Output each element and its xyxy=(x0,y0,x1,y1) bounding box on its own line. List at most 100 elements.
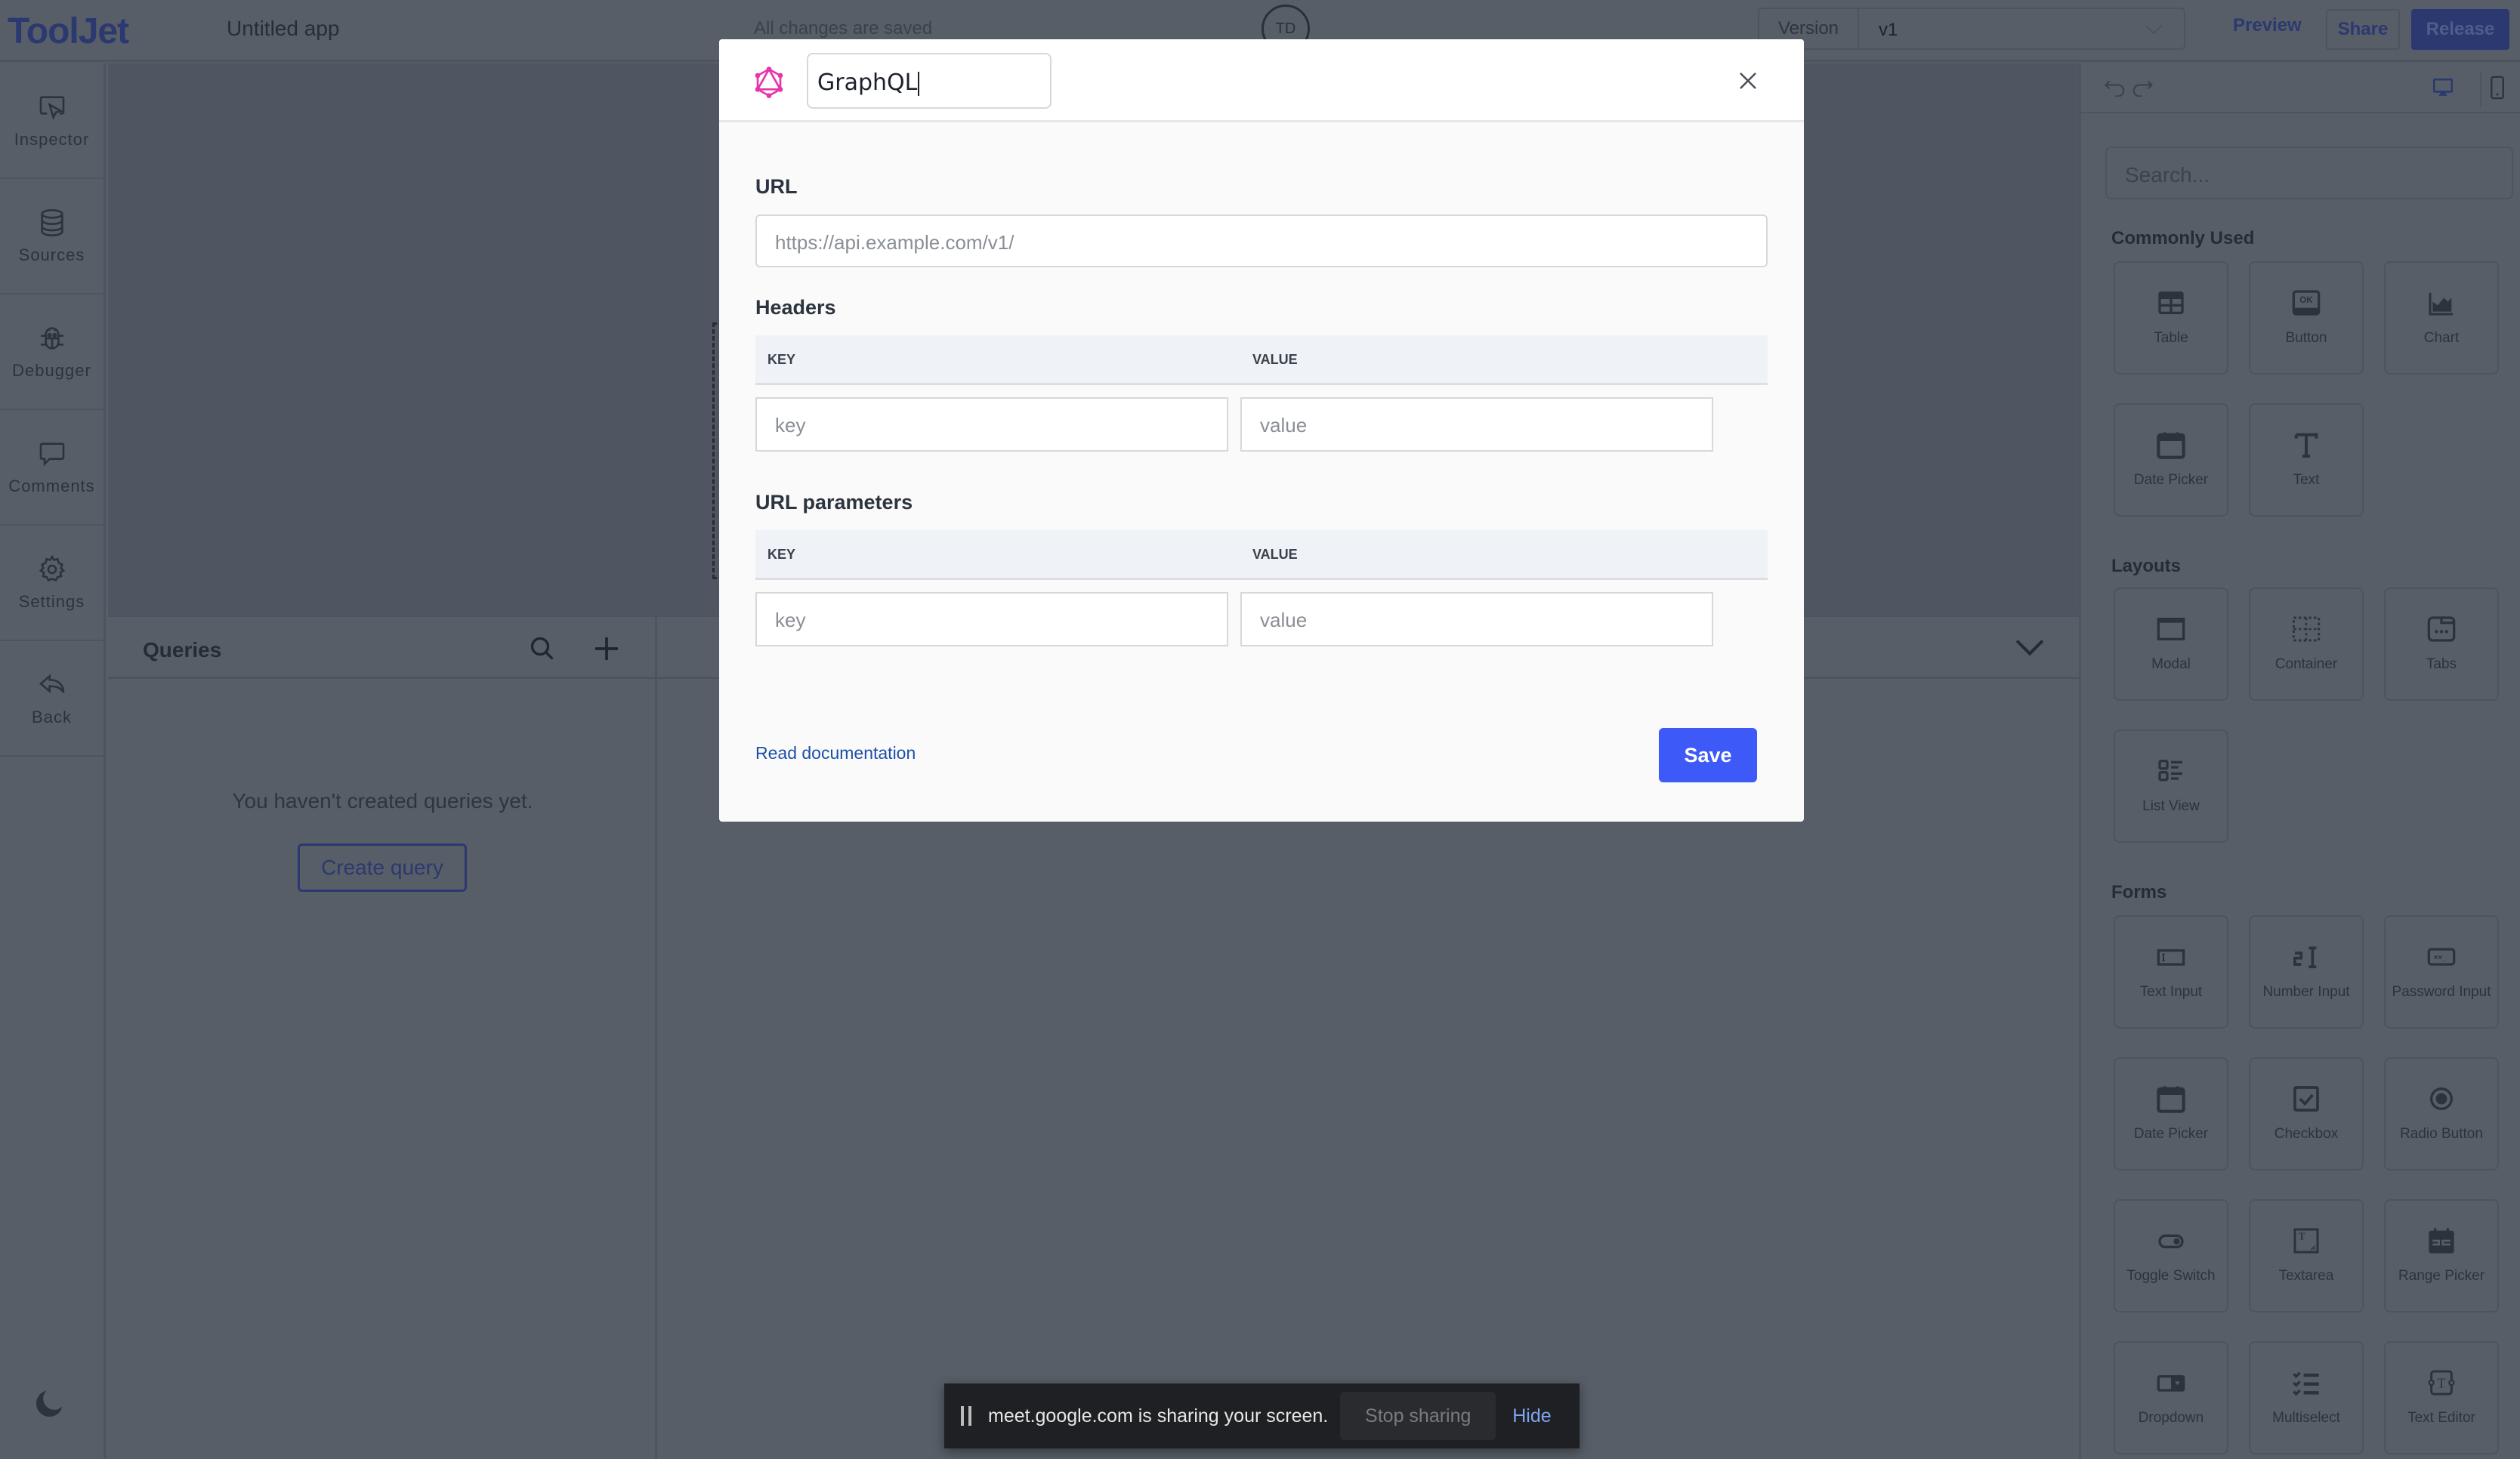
list-view-icon xyxy=(2158,759,2182,782)
section-title-layouts: Layouts xyxy=(2111,556,2182,576)
widget-date-picker-form[interactable]: Date Picker xyxy=(2114,1057,2228,1171)
widget-text[interactable]: Text xyxy=(2249,403,2364,517)
widget-label: Date Picker xyxy=(2133,1125,2209,1142)
section-title-forms: Forms xyxy=(2111,882,2167,902)
value-column-header: VALUE xyxy=(1252,547,1298,562)
screen-share-bar: meet.google.com is sharing your screen. … xyxy=(944,1383,1580,1448)
sidebar-item-comments[interactable]: Comments xyxy=(0,410,103,526)
dropdown-icon xyxy=(2157,1374,2185,1392)
read-documentation-link[interactable]: Read documentation xyxy=(755,743,916,763)
widget-label: Dropdown xyxy=(2138,1409,2204,1426)
version-select[interactable]: Version v1 xyxy=(1758,8,2185,50)
url-input[interactable]: https://api.example.com/v1/ xyxy=(755,214,1768,267)
pause-icon xyxy=(961,1406,971,1426)
calendar-icon xyxy=(2157,432,2185,459)
sidebar-item-sources[interactable]: Sources xyxy=(0,179,103,295)
widget-radio-button[interactable]: Radio Button xyxy=(2384,1057,2499,1171)
redo-icon[interactable] xyxy=(2131,77,2154,97)
sidebar-item-back[interactable]: Back xyxy=(0,641,103,757)
number-input-icon xyxy=(2293,946,2317,968)
widget-toggle-switch[interactable]: Toggle Switch xyxy=(2114,1199,2228,1312)
widget-container[interactable]: Container xyxy=(2249,588,2364,701)
widget-number-input[interactable]: Number Input xyxy=(2249,915,2364,1029)
header-key-input[interactable]: key xyxy=(755,397,1228,452)
chevron-down-icon xyxy=(2145,17,2163,35)
widget-textarea[interactable]: T Textarea xyxy=(2249,1199,2364,1312)
widget-modal[interactable]: Modal xyxy=(2114,588,2228,701)
password-input-icon: ××_ xyxy=(2427,948,2456,966)
svg-text:××_: ××_ xyxy=(2434,954,2447,962)
hide-button[interactable]: Hide xyxy=(1512,1405,1551,1427)
mobile-icon[interactable] xyxy=(2491,76,2504,100)
undo-icon[interactable] xyxy=(2104,77,2126,97)
save-button[interactable]: Save xyxy=(1659,728,1757,782)
tabs-icon xyxy=(2427,616,2456,642)
widget-label: Toggle Switch xyxy=(2126,1267,2216,1284)
release-button[interactable]: Release xyxy=(2411,9,2509,50)
gear-icon xyxy=(39,554,65,581)
widget-multiselect[interactable]: Multiselect xyxy=(2249,1341,2364,1454)
container-icon xyxy=(2292,616,2321,642)
tooljet-logo[interactable]: ToolJet xyxy=(8,11,129,52)
preview-button[interactable]: Preview xyxy=(2233,15,2302,36)
headers-table-header: KEY VALUE xyxy=(755,335,1768,385)
datasource-name-input[interactable]: GraphQL xyxy=(807,53,1052,109)
widget-search-input[interactable]: Search... xyxy=(2105,147,2513,199)
widget-label: Text Input xyxy=(2139,983,2203,1000)
sidebar-item-settings[interactable]: Settings xyxy=(0,526,103,641)
widget-list-view[interactable]: List View xyxy=(2114,730,2228,843)
search-icon[interactable] xyxy=(529,635,556,662)
widget-label: Range Picker xyxy=(2398,1267,2485,1284)
save-status: All changes are saved xyxy=(754,18,933,39)
widget-text-input[interactable]: Text Input xyxy=(2114,915,2228,1029)
modal-header: GraphQL xyxy=(719,39,1804,122)
chevron-down-icon[interactable] xyxy=(2015,628,2044,656)
text-caret xyxy=(918,71,920,96)
screen-share-message: meet.google.com is sharing your screen. xyxy=(988,1405,1329,1427)
text-input-icon xyxy=(2157,949,2185,966)
widget-label: Date Picker xyxy=(2133,471,2209,488)
inspector-icon xyxy=(39,95,64,120)
app-name[interactable]: Untitled app xyxy=(227,17,339,41)
stop-sharing-button[interactable]: Stop sharing xyxy=(1340,1392,1496,1440)
key-column-header: KEY xyxy=(767,352,796,367)
table-icon xyxy=(2158,291,2184,314)
widget-checkbox[interactable]: Checkbox xyxy=(2249,1057,2364,1171)
queries-panel: Queries You haven't created queries yet.… xyxy=(108,615,657,1459)
range-picker-icon xyxy=(2429,1228,2454,1254)
svg-text:OK: OK xyxy=(2299,295,2313,305)
svg-text:T: T xyxy=(2299,1230,2305,1242)
version-value[interactable]: v1 xyxy=(1859,9,2184,48)
header-value-input[interactable]: value xyxy=(1240,397,1713,452)
moon-icon[interactable] xyxy=(33,1388,65,1420)
widget-range-picker[interactable]: Range Picker xyxy=(2384,1199,2499,1312)
desktop-icon[interactable] xyxy=(2433,79,2453,97)
comment-icon xyxy=(39,442,64,467)
headers-label: Headers xyxy=(755,296,836,319)
widget-button[interactable]: OK Button xyxy=(2249,261,2364,375)
widget-text-editor[interactable]: T Text Editor xyxy=(2384,1341,2499,1454)
create-query-button[interactable]: Create query xyxy=(298,844,467,892)
plus-icon[interactable] xyxy=(591,634,622,664)
share-button[interactable]: Share xyxy=(2326,9,2400,50)
sidebar-item-label: Sources xyxy=(18,245,85,264)
widget-password-input[interactable]: ××_ Password Input xyxy=(2384,915,2499,1029)
param-value-input[interactable]: value xyxy=(1240,592,1713,646)
sidebar-item-debugger[interactable]: Debugger xyxy=(0,295,103,410)
sidebar-item-inspector[interactable]: Inspector xyxy=(0,63,103,179)
param-key-input[interactable]: key xyxy=(755,592,1228,646)
widget-label: Chart xyxy=(2423,329,2460,346)
widget-label: Multiselect xyxy=(2272,1409,2340,1426)
sidebar-item-label: Debugger xyxy=(12,360,91,380)
toggle-icon xyxy=(2158,1234,2184,1248)
widget-chart[interactable]: Chart xyxy=(2384,261,2499,375)
widget-label: Text xyxy=(2293,471,2320,488)
widget-label: Button xyxy=(2285,329,2327,346)
widget-date-picker[interactable]: Date Picker xyxy=(2114,403,2228,517)
widget-dropdown[interactable]: Dropdown xyxy=(2114,1341,2228,1454)
datasource-modal: GraphQL URL https://api.example.com/v1/ … xyxy=(719,39,1804,822)
widget-table[interactable]: Table xyxy=(2114,261,2228,375)
close-icon[interactable] xyxy=(1737,69,1759,92)
widget-tabs[interactable]: Tabs xyxy=(2384,588,2499,701)
widget-label: Container xyxy=(2274,655,2338,672)
